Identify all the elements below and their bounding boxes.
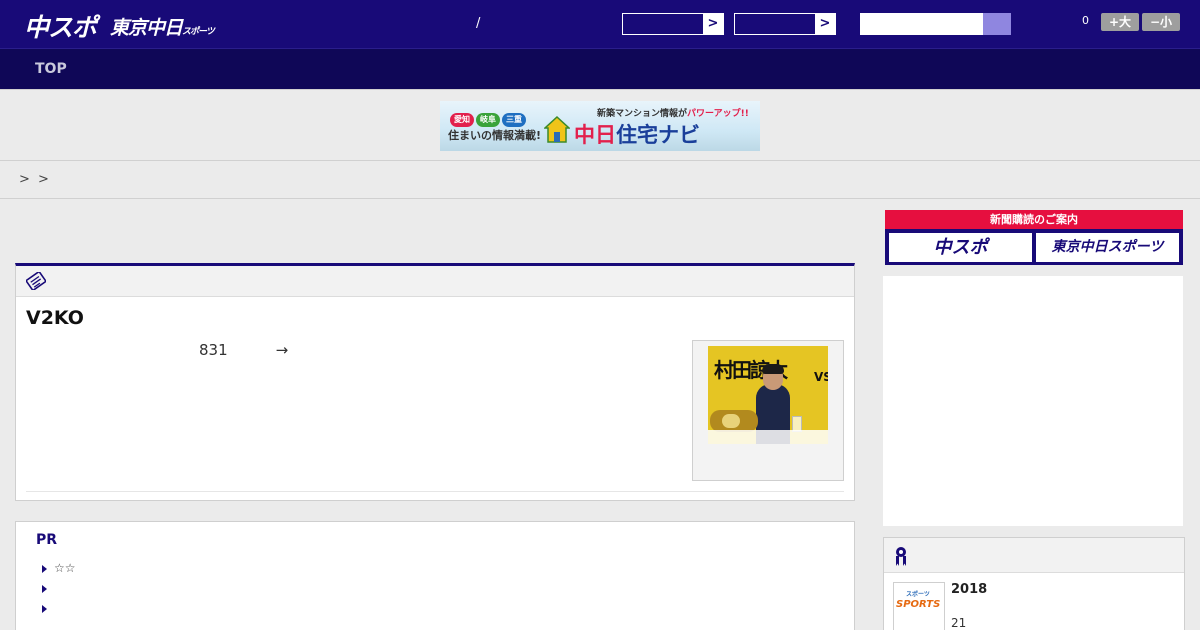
subscription-title[interactable]: 新聞購読のご案内 xyxy=(885,210,1183,229)
tokyo-chunichi-logo-text: 東京中日 xyxy=(110,17,183,39)
sidebar-thumb-label: SPORTS xyxy=(896,599,941,610)
pr-item[interactable]: ☆☆ xyxy=(54,561,76,575)
sidebar-item-title[interactable]: 2018 xyxy=(951,582,987,597)
pr-card: PR ☆☆ xyxy=(15,521,855,630)
newspaper-icon xyxy=(26,272,46,290)
article-card: V2KO 831 → 村田諒太 VS xyxy=(15,263,855,501)
triangle-bullet-icon xyxy=(42,565,47,573)
banner-headline-text: 新築マンション情報が xyxy=(597,109,688,119)
article-footer-line xyxy=(26,491,844,492)
banner-brand-a: 中日 xyxy=(574,123,616,147)
nav-item-top[interactable]: TOP xyxy=(35,61,67,77)
banner-pill-mie: 三重 xyxy=(502,113,526,127)
subscribe-tokyo-chunichi-button[interactable]: 東京中日スポーツ xyxy=(1036,233,1179,262)
search-input[interactable] xyxy=(860,13,983,35)
article-title[interactable]: V2KO xyxy=(26,307,84,329)
banner-pill-gifu: 岐阜 xyxy=(476,113,500,127)
tokyo-chunichi-logo-small: スポーツ xyxy=(182,27,215,37)
article-body-number: 831 xyxy=(199,341,228,359)
breadcrumb[interactable]: > > xyxy=(19,172,51,187)
banner-area: 愛知 岐阜 三重 住まいの情報満載! 新築マンション情報がパワーアップ!! 中日住宅… xyxy=(0,89,1200,161)
banner-headline-power: パワーアップ!! xyxy=(687,109,749,119)
header-separator: / xyxy=(476,16,481,31)
banner-headline: 新築マンション情報がパワーアップ!! xyxy=(597,106,749,119)
thumbnail-person-hair xyxy=(762,364,784,374)
main-nav: TOP xyxy=(0,48,1200,89)
triangle-bullet-icon xyxy=(42,605,47,613)
subscription-box: 新聞購読のご案内 中スポ 東京中日スポーツ xyxy=(885,210,1183,265)
category-select-1[interactable]: > xyxy=(622,13,724,35)
article-card-header xyxy=(16,266,854,297)
thumbnail-vs: VS xyxy=(814,370,828,384)
top-header: 中スポ 東京中日スポーツ / > > 0 +大 −小 xyxy=(0,0,1200,48)
sidebar-item-number: 21 xyxy=(951,616,967,630)
sidebar-ranking-card: スポーツ SPORTS 2018 21 xyxy=(883,537,1185,630)
article-thumbnail-box[interactable]: 村田諒太 VS xyxy=(692,340,844,481)
banner-tagline: 住まいの情報満載! xyxy=(448,129,542,142)
house-icon xyxy=(544,115,570,143)
pr-title: PR xyxy=(36,532,58,548)
category-select-2[interactable]: > xyxy=(734,13,836,35)
article-thumbnail[interactable]: 村田諒太 VS xyxy=(708,346,828,444)
banner-brand: 中日住宅ナビ xyxy=(574,119,700,149)
chuspo-logo[interactable]: 中スポ xyxy=(24,8,97,44)
article-more-arrow[interactable]: → xyxy=(276,341,289,359)
font-size-counter: 0 xyxy=(1082,14,1089,27)
thumbnail-table xyxy=(708,430,828,444)
banner-pills: 愛知 岐阜 三重 xyxy=(450,107,528,127)
tokyo-chunichi-logo[interactable]: 東京中日スポーツ xyxy=(110,13,215,40)
chevron-right-icon[interactable]: > xyxy=(815,14,835,34)
thumbnail-belt-plate xyxy=(722,414,740,428)
sidebar-ad-slot[interactable] xyxy=(883,276,1183,526)
triangle-bullet-icon xyxy=(42,585,47,593)
breadcrumb-divider xyxy=(0,198,1200,199)
article-body: 831 → xyxy=(199,341,288,359)
sidebar-item-thumbnail[interactable]: スポーツ SPORTS xyxy=(893,582,945,630)
sidebar-card-header xyxy=(884,538,1184,573)
banner-brand-b: 住宅ナビ xyxy=(616,123,700,147)
ribbon-award-icon xyxy=(896,547,906,566)
sidebar-thumb-small-text: スポーツ xyxy=(906,591,930,598)
search-button[interactable] xyxy=(983,13,1011,35)
subscribe-chuspo-button[interactable]: 中スポ xyxy=(889,233,1032,262)
font-smaller-button[interactable]: −小 xyxy=(1142,13,1180,31)
banner-pill-aichi: 愛知 xyxy=(450,113,474,127)
font-larger-button[interactable]: +大 xyxy=(1101,13,1139,31)
chevron-right-icon[interactable]: > xyxy=(703,14,723,34)
housing-navi-banner[interactable]: 愛知 岐阜 三重 住まいの情報満載! 新築マンション情報がパワーアップ!! 中日住宅… xyxy=(440,101,760,151)
